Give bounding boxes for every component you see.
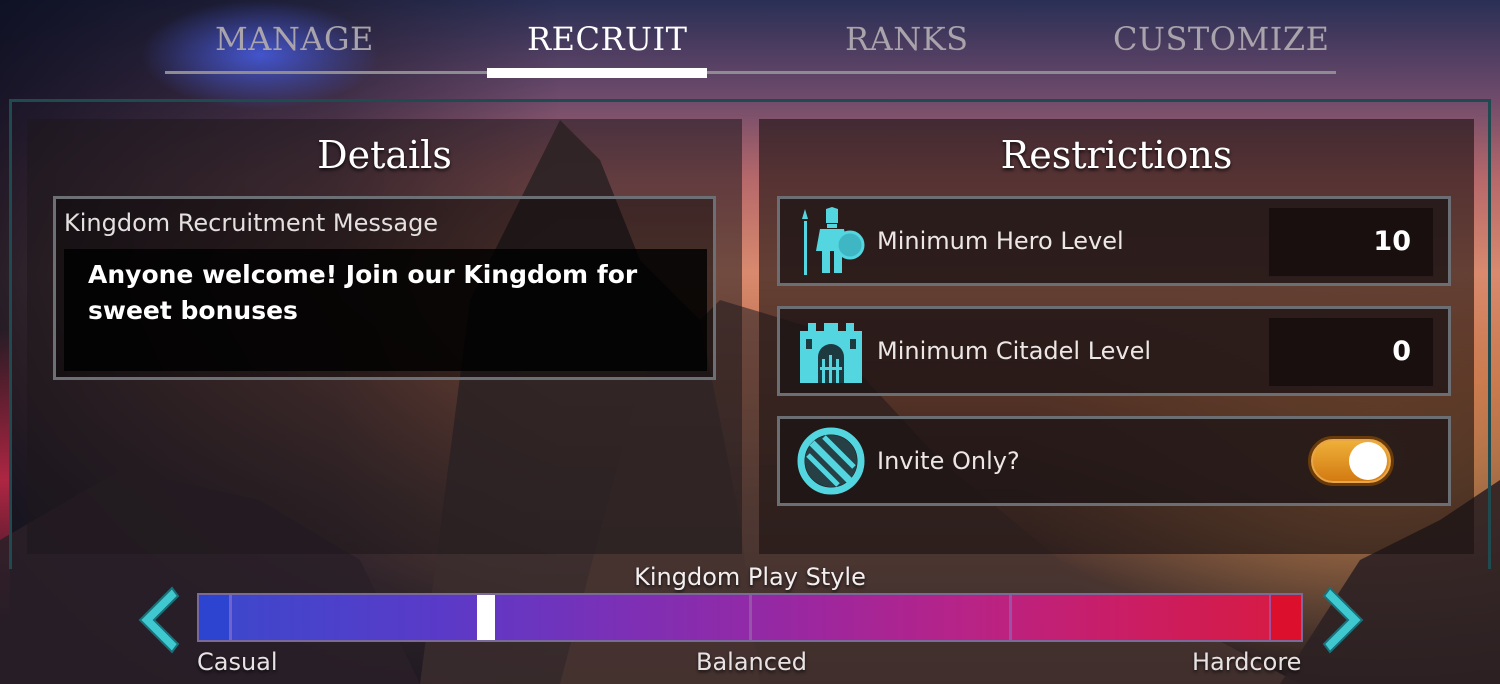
hero-icon bbox=[802, 207, 865, 275]
toggle-knob bbox=[1349, 442, 1387, 480]
tab-bar: MANAGE RECRUIT RANKS CUSTOMIZE bbox=[165, 0, 1336, 78]
min-citadel-level-input[interactable]: 0 bbox=[1268, 317, 1434, 387]
tab-recruit[interactable]: RECRUIT bbox=[527, 20, 687, 58]
details-card: Details Kingdom Recruitment Message Anyo… bbox=[27, 119, 742, 554]
chevron-left-icon[interactable] bbox=[128, 584, 188, 656]
no-entry-icon bbox=[797, 427, 865, 495]
recruitment-message-box: Kingdom Recruitment Message Anyone welco… bbox=[53, 196, 716, 380]
invite-only-toggle[interactable] bbox=[1308, 436, 1394, 486]
min-citadel-level-label: Minimum Citadel Level bbox=[877, 337, 1152, 365]
play-style-balanced-label: Balanced bbox=[696, 648, 807, 676]
play-style-handle[interactable] bbox=[477, 595, 495, 640]
tab-customize[interactable]: CUSTOMIZE bbox=[1113, 20, 1329, 58]
citadel-icon bbox=[800, 323, 862, 383]
play-style-casual-label: Casual bbox=[197, 648, 278, 676]
min-hero-level-row: Minimum Hero Level 10 bbox=[777, 196, 1451, 286]
play-style-hardcore-label: Hardcore bbox=[1192, 648, 1302, 676]
hardcore-end bbox=[1271, 595, 1301, 640]
recruitment-message-label: Kingdom Recruitment Message bbox=[64, 209, 439, 237]
tab-ranks[interactable]: RANKS bbox=[845, 20, 969, 58]
recruitment-message-input[interactable]: Anyone welcome! Join our Kingdom for swe… bbox=[64, 249, 707, 371]
min-hero-level-label: Minimum Hero Level bbox=[877, 227, 1124, 255]
min-citadel-level-row: Minimum Citadel Level 0 bbox=[777, 306, 1451, 396]
restrictions-title: Restrictions bbox=[1000, 133, 1233, 177]
invite-only-label: Invite Only? bbox=[877, 447, 1020, 475]
tab-divider bbox=[165, 71, 1336, 74]
restrictions-card: Restrictions Minimum Hero Level 10 Minim… bbox=[759, 119, 1474, 554]
min-hero-level-input[interactable]: 10 bbox=[1268, 207, 1434, 277]
casual-end bbox=[199, 595, 229, 640]
invite-only-row: Invite Only? bbox=[777, 416, 1451, 506]
chevron-right-icon[interactable] bbox=[1314, 584, 1374, 656]
play-style-slider[interactable] bbox=[197, 593, 1303, 642]
details-title: Details bbox=[317, 133, 452, 177]
play-style-title: Kingdom Play Style bbox=[634, 563, 866, 591]
tab-manage[interactable]: MANAGE bbox=[215, 20, 374, 58]
active-tab-indicator bbox=[487, 68, 707, 78]
